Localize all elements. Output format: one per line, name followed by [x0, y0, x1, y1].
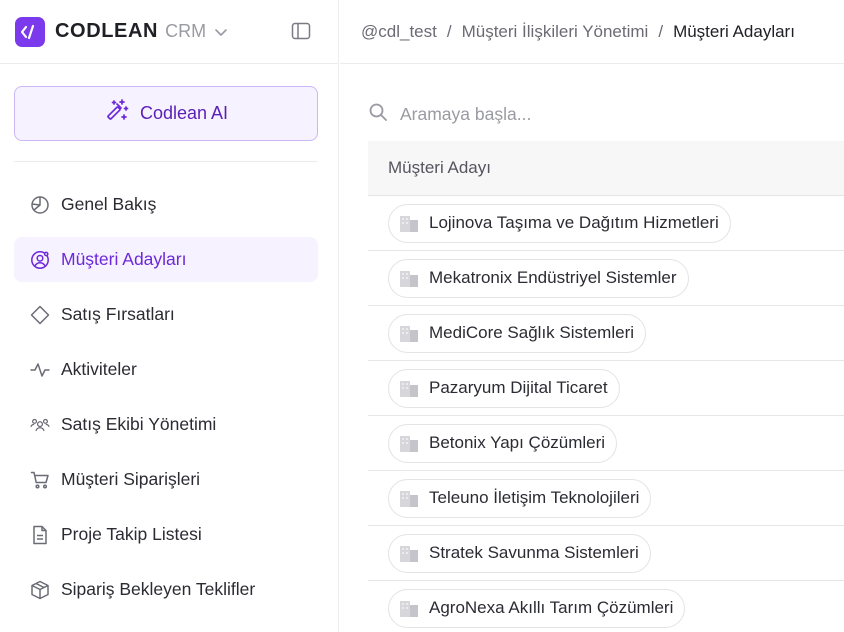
sidebar: CODLEAN CRM Codlean AI Genel Bakış Müşte… — [0, 0, 339, 632]
breadcrumb-separator: / — [658, 21, 664, 41]
sidebar-item-label: Satış Ekibi Yönetimi — [61, 414, 217, 434]
lead-name: Teleuno İletişim Teknolojileri — [429, 488, 640, 507]
sidebar-item-proje-takip-listesi[interactable]: Proje Takip Listesi — [14, 512, 318, 557]
brand-header: CODLEAN CRM — [0, 0, 338, 64]
shopping-cart-icon — [30, 470, 50, 490]
sidebar-nav: Genel Bakış Müşteri Adayları Satış Fırsa… — [14, 182, 318, 622]
table-row: Pazaryum Dijital Ticaret — [368, 361, 844, 416]
building-icon — [397, 486, 421, 510]
codlean-ai-button[interactable]: Codlean AI — [14, 86, 318, 141]
sidebar-item-label: Satış Fırsatları — [61, 304, 175, 324]
brand-product[interactable]: CRM — [165, 21, 206, 42]
package-icon — [30, 580, 50, 600]
leads-table: Müşteri Adayı Lojinova Taşıma ve Dağıtım… — [368, 141, 844, 632]
lead-chip[interactable]: Betonix Yapı Çözümleri — [388, 423, 618, 463]
lead-name: Mekatronix Endüstriyel Sistemler — [429, 268, 677, 287]
table-row: AgroNexa Akıllı Tarım Çözümleri — [368, 581, 844, 632]
activity-icon — [30, 360, 50, 380]
pie-chart-icon — [30, 195, 50, 215]
lead-name: Lojinova Taşıma ve Dağıtım Hizmetleri — [429, 213, 719, 232]
table-row: Mekatronix Endüstriyel Sistemler — [368, 251, 844, 306]
building-icon — [397, 376, 421, 400]
table-header: Müşteri Adayı — [368, 141, 844, 196]
lead-chip[interactable]: Mekatronix Endüstriyel Sistemler — [388, 258, 689, 298]
breadcrumb-current-page: Müşteri Adayları — [673, 21, 795, 41]
lead-chip[interactable]: Pazaryum Dijital Ticaret — [388, 368, 620, 408]
sidebar-item-aktiviteler[interactable]: Aktiviteler — [14, 347, 318, 392]
sidebar-item-siparis-bekleyen-teklifler[interactable]: Sipariş Bekleyen Teklifler — [14, 567, 318, 612]
sidebar-item-label: Genel Bakış — [61, 194, 157, 214]
breadcrumb: @cdl_test / Müşteri İlişkileri Yönetimi … — [340, 0, 844, 64]
building-icon — [397, 541, 421, 565]
building-icon — [397, 266, 421, 290]
chevron-down-icon[interactable] — [214, 27, 228, 37]
breadcrumb-separator: / — [446, 21, 452, 41]
search-bar — [368, 100, 838, 128]
sidebar-item-label: Aktiviteler — [61, 359, 137, 379]
lead-chip[interactable]: Lojinova Taşıma ve Dağıtım Hizmetleri — [388, 203, 731, 243]
building-icon — [397, 211, 421, 235]
lead-name: AgroNexa Akıllı Tarım Çözümleri — [429, 598, 674, 617]
sidebar-item-satis-firsatlari[interactable]: Satış Fırsatları — [14, 292, 318, 337]
sidebar-item-label: Proje Takip Listesi — [61, 524, 202, 544]
lead-chip[interactable]: Stratek Savunma Sistemleri — [388, 533, 651, 573]
lead-name: Pazaryum Dijital Ticaret — [429, 378, 608, 397]
lead-chip[interactable]: AgroNexa Akıllı Tarım Çözümleri — [388, 588, 686, 628]
logo-icon[interactable] — [15, 16, 45, 47]
brand-name: CODLEAN — [55, 20, 159, 42]
building-icon — [397, 596, 421, 620]
table-row: Stratek Savunma Sistemleri — [368, 526, 844, 581]
sidebar-item-label: Müşteri Adayları — [61, 249, 187, 269]
breadcrumb-workspace[interactable]: @cdl_test — [361, 22, 437, 42]
magic-wand-icon — [104, 98, 130, 129]
lead-chip[interactable]: MediCore Sağlık Sistemleri — [388, 313, 647, 353]
sidebar-item-genel-bakis[interactable]: Genel Bakış — [14, 182, 318, 227]
lead-name: Stratek Savunma Sistemleri — [429, 543, 639, 562]
building-icon — [397, 431, 421, 455]
file-text-icon — [30, 525, 50, 545]
user-circle-icon — [30, 250, 50, 270]
lead-chip[interactable]: Teleuno İletişim Teknolojileri — [388, 478, 652, 518]
column-header-musteri-adayi[interactable]: Müşteri Adayı — [388, 158, 491, 178]
search-input[interactable] — [400, 103, 800, 125]
sidebar-item-musteri-siparisleri[interactable]: Müşteri Siparişleri — [14, 457, 318, 502]
users-icon — [30, 415, 50, 435]
table-row: Lojinova Taşıma ve Dağıtım Hizmetleri — [368, 196, 844, 251]
search-icon — [368, 102, 388, 127]
table-row: Teleuno İletişim Teknolojileri — [368, 471, 844, 526]
sidebar-item-label: Sipariş Bekleyen Teklifler — [61, 579, 256, 599]
sidebar-divider — [14, 161, 318, 162]
lead-name: Betonix Yapı Çözümleri — [429, 433, 606, 452]
sidebar-toggle-icon[interactable] — [290, 21, 312, 41]
table-row: MediCore Sağlık Sistemleri — [368, 306, 844, 361]
sidebar-item-satis-ekibi-yonetimi[interactable]: Satış Ekibi Yönetimi — [14, 402, 318, 447]
sidebar-item-label: Müşteri Siparişleri — [61, 469, 201, 489]
codlean-ai-label: Codlean AI — [139, 103, 229, 123]
breadcrumb-module[interactable]: Müşteri İlişkileri Yönetimi — [462, 22, 649, 42]
lead-name: MediCore Sağlık Sistemleri — [429, 323, 635, 342]
table-row: Betonix Yapı Çözümleri — [368, 416, 844, 471]
diamond-icon — [30, 305, 50, 325]
building-icon — [397, 321, 421, 345]
sidebar-item-musteri-adaylari[interactable]: Müşteri Adayları — [14, 237, 318, 282]
